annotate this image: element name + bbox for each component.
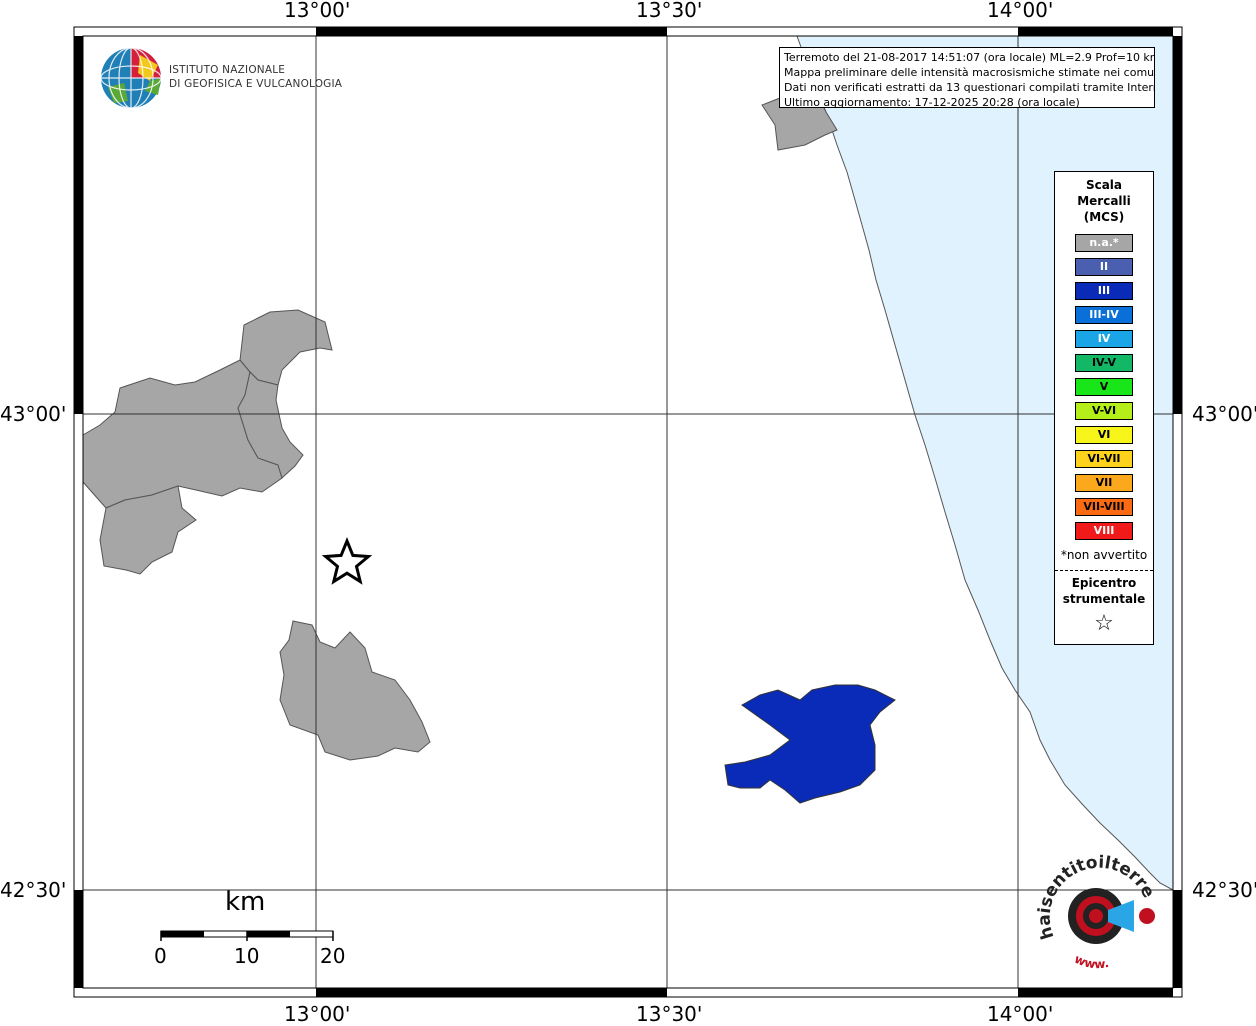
- legend-epicenter-line1: Epicentro: [1071, 576, 1137, 590]
- institute-name-line1: ISTITUTO NAZIONALE: [169, 64, 286, 76]
- watermark-prefix: www.: [1072, 952, 1110, 972]
- legend-title-line1: Scala: [1085, 178, 1123, 192]
- legend-item-3: III-IV: [1075, 306, 1133, 324]
- legend-item-2: III: [1075, 282, 1133, 300]
- institute-name: ISTITUTO NAZIONALE DI GEOFISICA E VULCAN…: [169, 63, 342, 91]
- lon-label-bottom-1300: 13°00': [284, 1002, 351, 1026]
- ingv-globe-logo-icon: [100, 47, 162, 109]
- event-info-line-2: Mappa preliminare delle intensità macros…: [784, 66, 1155, 79]
- legend-epicenter-line2: strumentale: [1062, 592, 1146, 606]
- lon-label-bottom-1330: 13°30': [636, 1002, 703, 1026]
- legend-item-6: V: [1075, 378, 1133, 396]
- lat-label-left-4300: 43°00': [0, 402, 67, 426]
- legend-item-10: VII: [1075, 474, 1133, 492]
- lon-label-top-1400: 14°00': [987, 0, 1054, 22]
- legend-title: Scala Mercalli (MCS): [1055, 177, 1153, 225]
- mcs-legend: Scala Mercalli (MCS) n.a.* II III III-IV IV I…: [1054, 171, 1154, 645]
- lon-label-top-1330: 13°30': [636, 0, 703, 22]
- scale-tick-10: 10: [234, 944, 260, 968]
- scale-unit-label: km: [225, 887, 266, 917]
- legend-star-icon: ☆: [1094, 611, 1114, 636]
- lon-label-top-1300: 13°00': [284, 0, 351, 22]
- legend-item-12: VIII: [1075, 522, 1133, 540]
- legend-epicenter-label: Epicentro strumentale: [1055, 575, 1153, 607]
- lon-label-bottom-1400: 14°00': [987, 1002, 1054, 1026]
- legend-item-7: V-VI: [1075, 402, 1133, 420]
- legend-item-11: VII-VIII: [1075, 498, 1133, 516]
- legend-items: n.a.* II III III-IV IV IV-V V V-VI VI VI-VII VII VI…: [1055, 234, 1153, 540]
- lat-label-right-4230: 42°30': [1192, 878, 1256, 902]
- event-info-line-3: Dati non verificati estratti da 13 quest…: [784, 81, 1155, 94]
- legend-separator: [1055, 570, 1153, 571]
- lat-label-left-4230: 42°30': [0, 878, 67, 902]
- institute-name-line2: DI GEOFISICA E VULCANOLOGIA: [169, 78, 343, 90]
- legend-note: *non avvertito: [1060, 548, 1148, 562]
- scale-tick-20: 20: [320, 944, 346, 968]
- event-info-box: Terremoto del 21-08-2017 14:51:07 (ora l…: [779, 47, 1155, 108]
- legend-item-1: II: [1075, 258, 1133, 276]
- lat-label-right-4300: 43°00': [1192, 402, 1256, 426]
- haisentitoilterremoto-logo-icon[interactable]: haisentitoilterremoto.it www.: [1034, 852, 1162, 978]
- legend-item-8: VI: [1075, 426, 1133, 444]
- event-info-line-1: Terremoto del 21-08-2017 14:51:07 (ora l…: [784, 51, 1155, 64]
- legend-title-line3: (MCS): [1083, 210, 1125, 224]
- legend-item-0: n.a.*: [1075, 234, 1133, 252]
- legend-item-9: VI-VII: [1075, 450, 1133, 468]
- legend-title-line2: Mercalli: [1077, 194, 1131, 208]
- legend-item-4: IV: [1075, 330, 1133, 348]
- event-info-line-4: Ultimo aggiornamento: 17-12-2025 20:28 (…: [784, 96, 1080, 108]
- legend-item-5: IV-V: [1075, 354, 1133, 372]
- scale-tick-0: 0: [154, 944, 167, 968]
